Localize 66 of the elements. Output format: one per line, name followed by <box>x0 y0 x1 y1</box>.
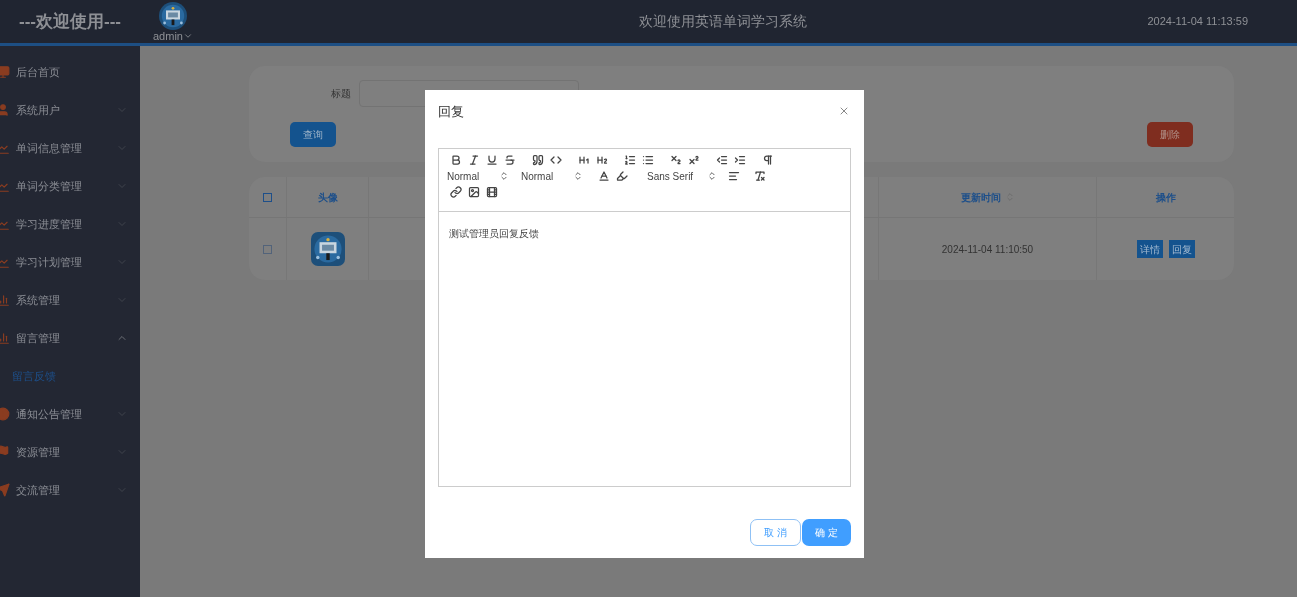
brand-title: ---欢迎使用--- <box>18 10 122 33</box>
updown-icon <box>573 171 583 181</box>
pilcrow-icon[interactable] <box>762 154 774 166</box>
video-icon[interactable] <box>486 186 498 198</box>
details-button[interactable]: 详情 <box>1136 240 1163 258</box>
cancel-button[interactable]: 取 消 <box>750 519 801 546</box>
editor-content[interactable]: 测试管理员回复反馈 <box>439 212 850 486</box>
heading-one-icon[interactable] <box>578 154 590 166</box>
checkbox[interactable] <box>263 192 272 202</box>
sidebar-item[interactable]: 单词分类管理 <box>0 167 140 205</box>
bullet-list-icon[interactable] <box>642 154 654 166</box>
sidebar-item[interactable]: 留言管理 <box>0 319 140 357</box>
confirm-button[interactable]: 确 定 <box>802 519 851 546</box>
sidebar-item[interactable]: 后台首页 <box>0 53 140 91</box>
sidebar-item[interactable]: 学习进度管理 <box>0 205 140 243</box>
format-picker[interactable]: Normal <box>447 168 509 184</box>
column-header: 操作 <box>1155 190 1176 205</box>
monitor-icon <box>0 65 10 79</box>
bar-chart-icon <box>0 293 10 307</box>
sidebar-item[interactable]: 通知公告管理 <box>0 395 140 433</box>
updown-icon <box>707 171 717 181</box>
checkbox[interactable] <box>263 244 272 254</box>
delete-button[interactable]: 删除 <box>1147 122 1193 147</box>
highlight-icon[interactable] <box>616 170 628 182</box>
chevron-down-icon <box>182 31 193 41</box>
text-color-icon[interactable] <box>598 170 610 182</box>
close-icon[interactable] <box>838 105 850 117</box>
user-icon <box>0 103 10 117</box>
sidebar-item[interactable]: 单词信息管理 <box>0 129 140 167</box>
superscript-icon[interactable] <box>688 154 700 166</box>
sidebar-item[interactable]: 交流管理 <box>0 471 140 509</box>
alert-icon <box>0 407 10 421</box>
align-icon[interactable] <box>728 170 740 182</box>
strikethrough-icon[interactable] <box>504 154 516 166</box>
user-menu[interactable]: admin <box>153 30 193 42</box>
system-title: 欢迎使用英语单词学习系统 <box>638 12 807 31</box>
link-icon[interactable] <box>450 186 462 198</box>
table-cell-text: 2024-11-04 11:10:50 <box>941 242 1034 257</box>
code-icon[interactable] <box>550 154 562 166</box>
subscript-icon[interactable] <box>670 154 682 166</box>
query-button[interactable]: 查询 <box>290 122 336 147</box>
editor-text: 测试管理员回复反馈 <box>449 228 539 239</box>
sidebar-item[interactable]: 系统管理 <box>0 281 140 319</box>
field-label: 标题 <box>330 87 351 101</box>
updown-icon <box>499 171 509 181</box>
format-picker[interactable]: Sans Serif <box>647 168 717 184</box>
quote-icon[interactable] <box>532 154 544 166</box>
reply-button[interactable]: 回复 <box>1168 240 1195 258</box>
sidebar-item[interactable]: 资源管理 <box>0 433 140 471</box>
heading-two-icon[interactable] <box>596 154 608 166</box>
indent-icon[interactable] <box>734 154 746 166</box>
italic-icon[interactable] <box>468 154 480 166</box>
ordered-list-icon[interactable] <box>624 154 636 166</box>
outdent-icon[interactable] <box>716 154 728 166</box>
column-header: 头像 <box>317 190 338 205</box>
dialog-title: 回复 <box>438 102 464 121</box>
format-picker[interactable]: Normal <box>521 168 583 184</box>
bold-icon[interactable] <box>450 154 462 166</box>
clear-format-icon[interactable] <box>754 170 766 182</box>
bar-chart-icon <box>0 331 10 345</box>
sidebar-item[interactable]: 系统用户 <box>0 91 140 129</box>
image-icon[interactable] <box>468 186 480 198</box>
underline-icon[interactable] <box>486 154 498 166</box>
send-icon <box>0 483 10 497</box>
sidebar-item[interactable]: 学习计划管理 <box>0 243 140 281</box>
datetime: 2024-11-04 11:13:59 <box>1147 14 1248 30</box>
